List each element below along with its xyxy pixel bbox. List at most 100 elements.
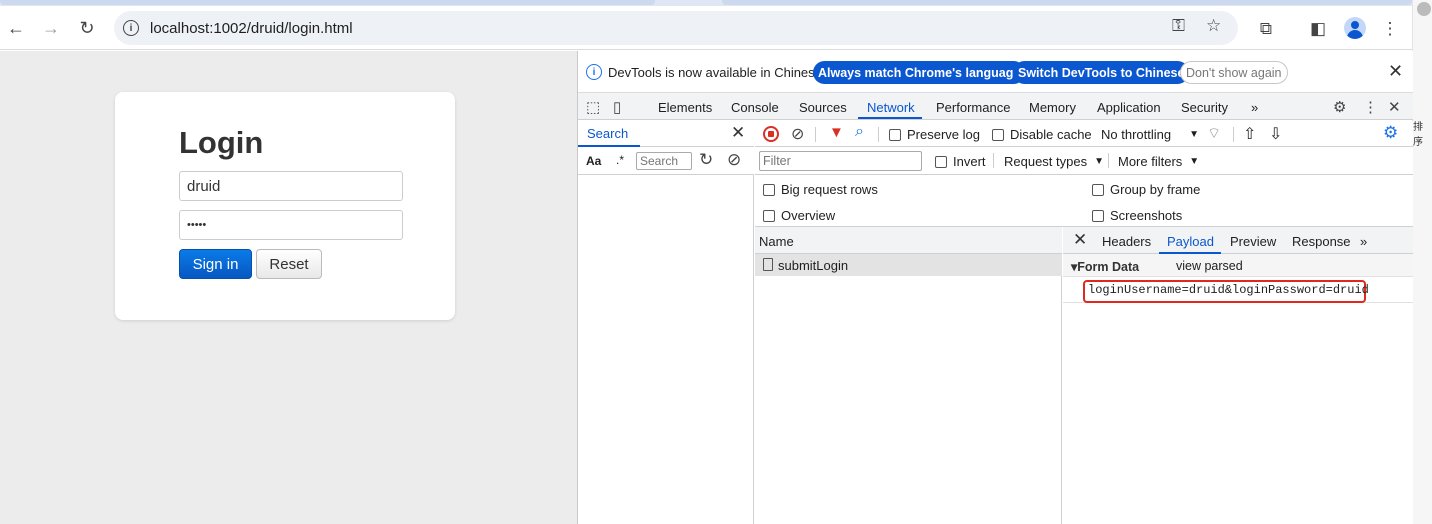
side-panel-icon[interactable]: ◧: [1307, 18, 1329, 40]
import-har-icon[interactable]: ⇧: [1243, 124, 1256, 144]
network-options: Big request rows Group by frame Overview…: [755, 175, 1413, 227]
reset-button[interactable]: Reset: [256, 249, 322, 279]
more-detail-tabs-icon[interactable]: »: [1360, 234, 1367, 249]
menu-icon[interactable]: ⋮: [1379, 18, 1401, 40]
close-detail-icon[interactable]: ✕: [1073, 230, 1087, 250]
close-icon[interactable]: ✕: [1388, 61, 1403, 82]
name-column-header[interactable]: Name: [755, 227, 1062, 254]
clear-log-icon[interactable]: ⊘: [791, 124, 804, 144]
preserve-log-label: Preserve log: [907, 127, 980, 142]
extensions-icon[interactable]: ⧉: [1255, 18, 1277, 40]
switch-language-button[interactable]: Switch DevTools to Chinese: [1013, 61, 1190, 84]
tab-sources[interactable]: Sources: [799, 100, 847, 115]
tab-highlight[interactable]: [722, 0, 1412, 5]
tab-elements[interactable]: Elements: [658, 100, 712, 115]
tab-memory[interactable]: Memory: [1029, 100, 1076, 115]
tab-response[interactable]: Response: [1292, 234, 1351, 249]
group-by-frame-label: Group by frame: [1110, 182, 1201, 197]
more-tabs-icon[interactable]: »: [1251, 100, 1258, 115]
close-devtools-icon[interactable]: ✕: [1388, 98, 1401, 116]
regex-toggle[interactable]: .*: [616, 153, 624, 167]
search-icon[interactable]: ⌕: [855, 123, 864, 141]
url-text[interactable]: localhost:1002/druid/login.html: [150, 20, 353, 37]
disable-cache-label: Disable cache: [1010, 127, 1092, 142]
screenshots-label: Screenshots: [1110, 208, 1183, 223]
settings-icon[interactable]: ⚙: [1333, 98, 1346, 116]
clear-icon[interactable]: ⊘: [727, 150, 741, 170]
dont-show-again-button[interactable]: Don't show again: [1180, 61, 1288, 84]
form-data-value[interactable]: loginUsername=druid&loginPassword=druid: [1088, 283, 1369, 297]
form-data-row: loginUsername=druid&loginPassword=druid: [1063, 277, 1413, 303]
devtools-tabbar: ⬚ ▯ Elements Console Sources Network Per…: [578, 93, 1413, 120]
devtools-panel: i DevTools is now available in Chinese! …: [577, 51, 1413, 524]
match-case-toggle[interactable]: Aa: [586, 154, 601, 168]
address-bar[interactable]: i localhost:1002/druid/login.html: [114, 11, 1238, 45]
throttling-value: No throttling: [1101, 127, 1172, 142]
filter-input[interactable]: [759, 151, 922, 171]
disable-cache-checkbox[interactable]: Disable cache: [992, 127, 1092, 142]
kebab-menu-icon[interactable]: ⋮: [1363, 98, 1378, 116]
tab-payload[interactable]: Payload: [1167, 234, 1214, 249]
tab-headers[interactable]: Headers: [1102, 234, 1151, 249]
username-input[interactable]: [179, 171, 403, 201]
tab-console[interactable]: Console: [731, 100, 779, 115]
key-icon[interactable]: ⚿: [1172, 16, 1185, 36]
group-by-frame-checkbox[interactable]: Group by frame: [1092, 182, 1200, 197]
invert-checkbox[interactable]: Invert: [935, 154, 986, 169]
search-tab[interactable]: Search: [587, 126, 628, 141]
network-toolbar: ⊘ ▼ ⌕ Preserve log Disable cache No thro…: [755, 121, 1413, 147]
record-icon[interactable]: [763, 126, 779, 142]
close-search-icon[interactable]: ✕: [731, 123, 745, 143]
match-language-button[interactable]: Always match Chrome's language: [813, 61, 1026, 84]
filter-icon[interactable]: ▼: [829, 124, 844, 141]
device-toolbar-icon[interactable]: ▯: [613, 98, 621, 116]
request-row[interactable]: submitLogin: [755, 254, 1062, 276]
request-list: Name submitLogin: [755, 227, 1062, 524]
view-parsed-link[interactable]: view parsed: [1176, 259, 1243, 273]
login-title: Login: [179, 125, 264, 160]
network-settings-icon[interactable]: ⚙: [1383, 123, 1398, 143]
request-types-dropdown[interactable]: Request types ▼: [1004, 154, 1104, 169]
sign-in-button[interactable]: Sign in: [179, 249, 252, 279]
profile-icon[interactable]: [1344, 17, 1366, 39]
site-info-icon[interactable]: i: [123, 20, 139, 36]
throttling-select[interactable]: No throttling ▼: [1101, 127, 1199, 142]
browser-toolbar: ← → ↻ i localhost:1002/druid/login.html …: [0, 6, 1412, 50]
tab-network[interactable]: Network: [867, 100, 915, 115]
detail-tabbar: ✕ Headers Payload Preview Response »: [1063, 227, 1413, 254]
info-icon: i: [586, 64, 602, 80]
export-har-icon[interactable]: ⇩: [1269, 124, 1282, 144]
form-data-header[interactable]: ▾Form Data view parsed: [1063, 254, 1413, 277]
edge-text: 排序: [1413, 122, 1423, 148]
tab-performance[interactable]: Performance: [936, 100, 1010, 115]
overview-checkbox[interactable]: Overview: [763, 208, 835, 223]
inspect-icon[interactable]: ⬚: [586, 98, 600, 116]
tab-application[interactable]: Application: [1097, 100, 1161, 115]
back-icon[interactable]: ←: [2, 14, 30, 42]
edge-dot: [1417, 2, 1431, 16]
more-filters-label: More filters: [1118, 154, 1183, 169]
language-infobar: i DevTools is now available in Chinese! …: [578, 51, 1413, 93]
screenshots-checkbox[interactable]: Screenshots: [1092, 208, 1182, 223]
page-content: Login Sign in Reset: [0, 51, 577, 524]
tab-highlight[interactable]: [0, 0, 655, 5]
form-data-label[interactable]: ▾Form Data: [1071, 259, 1139, 274]
tab-preview[interactable]: Preview: [1230, 234, 1276, 249]
separator: [1233, 127, 1234, 142]
invert-label: Invert: [953, 154, 986, 169]
big-request-rows-label: Big request rows: [781, 182, 878, 197]
more-filters-dropdown[interactable]: More filters ▼: [1118, 154, 1199, 169]
password-input[interactable]: [179, 210, 403, 240]
separator: [993, 153, 994, 168]
big-request-rows-checkbox[interactable]: Big request rows: [763, 182, 878, 197]
star-icon[interactable]: ☆: [1206, 16, 1221, 36]
separator: [1108, 153, 1109, 168]
tab-security[interactable]: Security: [1181, 100, 1228, 115]
search-input[interactable]: [636, 152, 692, 170]
network-conditions-icon[interactable]: ⌔: [1207, 124, 1221, 143]
forward-icon[interactable]: →: [37, 14, 65, 42]
refresh-icon[interactable]: ↻: [699, 150, 713, 170]
preserve-log-checkbox[interactable]: Preserve log: [889, 127, 980, 142]
search-pane: Search ✕ Aa .* ↻ ⊘: [578, 121, 754, 524]
reload-icon[interactable]: ↻: [73, 14, 101, 42]
